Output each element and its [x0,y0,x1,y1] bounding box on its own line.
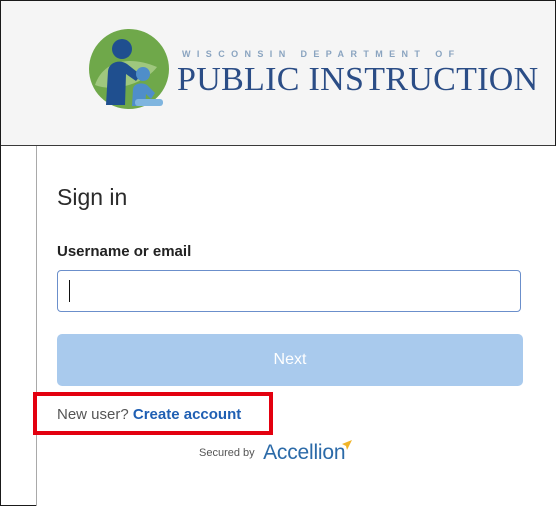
family-figures-logo-icon [89,29,169,109]
username-label: Username or email [57,243,192,260]
accellion-wordmark: Accellion [263,441,346,464]
username-input[interactable] [57,270,521,312]
accellion-check-icon [342,440,353,450]
text-cursor [69,280,70,302]
header-banner: WISCONSIN DEPARTMENT OF PUBLIC INSTRUCTI… [1,1,555,146]
red-highlight-box [33,392,273,435]
logo-subtitle: WISCONSIN DEPARTMENT OF [182,49,461,59]
dpi-logo: WISCONSIN DEPARTMENT OF PUBLIC INSTRUCTI… [85,27,538,111]
logo-title: PUBLIC INSTRUCTION [177,61,539,98]
secured-by-text: Secured by [199,447,255,459]
browser-frame: WISCONSIN DEPARTMENT OF PUBLIC INSTRUCTI… [0,0,556,506]
next-button[interactable]: Next [57,334,523,386]
secured-by-accellion: Secured by Accellion [199,440,353,465]
signin-title: Sign in [57,184,128,210]
